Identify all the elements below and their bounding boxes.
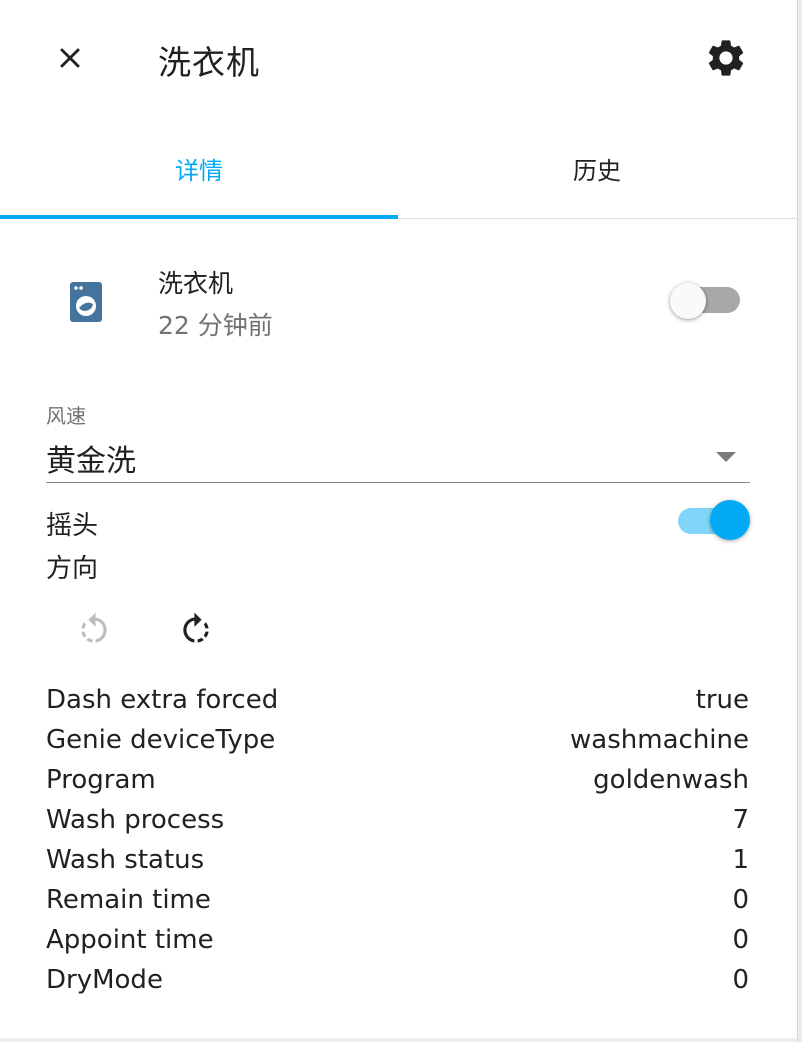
tab-history[interactable]: 历史 [398,118,796,218]
attribute-value: 0 [732,885,749,915]
direction-forward-button[interactable] [174,608,218,652]
gear-icon [708,40,744,76]
attribute-name: Appoint time [46,925,214,955]
attribute-name: Program [46,765,156,795]
attribute-row: Wash status 1 [46,840,749,880]
scroll-edge [798,0,802,1042]
oscillate-toggle[interactable] [676,500,752,542]
fan-speed-select[interactable]: 黄金洗 [46,430,750,483]
settings-button[interactable] [700,32,752,84]
attribute-name: Wash status [46,845,205,875]
attribute-value: true [695,685,749,715]
attribute-value: 0 [732,965,749,995]
close-button[interactable] [46,34,94,82]
dialog-title: 洗衣机 [158,43,260,82]
direction-label: 方向 [46,554,99,584]
attribute-name: Dash extra forced [46,685,279,715]
entity-name: 洗衣机 [158,269,234,298]
close-icon [60,48,80,68]
toggle-knob [670,283,706,319]
attribute-row: Wash process 7 [46,800,749,840]
attribute-value: 1 [732,845,749,875]
rotate-left-icon [81,612,107,643]
tab-details[interactable]: 详情 [0,118,398,218]
dialog-bottom-edge [0,1038,797,1042]
more-info-dialog: 洗衣机 详情 历史 洗衣机 22 分钟前 风速 黄金洗 摇头 方向 Dash e… [0,0,798,1042]
attribute-value: 0 [732,925,749,955]
active-tab-indicator [0,215,398,219]
entity-power-toggle[interactable] [668,282,742,320]
dialog-header: 洗衣机 [0,0,797,118]
entity-last-changed: 22 分钟前 [158,311,273,340]
attribute-name: Genie deviceType [46,725,276,755]
attribute-name: DryMode [46,965,163,995]
tab-bar: 详情 历史 [0,118,797,219]
dropdown-arrow-icon [716,452,736,462]
attribute-value: goldenwash [593,765,749,795]
rotate-right-icon [183,612,209,643]
oscillate-label: 摇头 [46,511,99,541]
attribute-name: Remain time [46,885,211,915]
attribute-value: 7 [732,805,749,835]
washing-machine-icon [70,282,102,322]
attribute-row: Genie deviceType washmachine [46,720,749,760]
attribute-row: DryMode 0 [46,960,749,1000]
attributes-list: Dash extra forced true Genie deviceType … [46,680,749,1000]
toggle-knob [710,500,750,540]
tab-details-label: 详情 [175,156,223,185]
attribute-name: Wash process [46,805,225,835]
attribute-row: Dash extra forced true [46,680,749,720]
fan-speed-value: 黄金洗 [46,444,136,479]
attribute-row: Remain time 0 [46,880,749,920]
tab-history-label: 历史 [573,156,621,185]
direction-reverse-button[interactable] [72,608,116,652]
attribute-value: washmachine [570,725,749,755]
fan-speed-label: 风速 [46,404,86,428]
attribute-row: Appoint time 0 [46,920,749,960]
attribute-row: Program goldenwash [46,760,749,800]
